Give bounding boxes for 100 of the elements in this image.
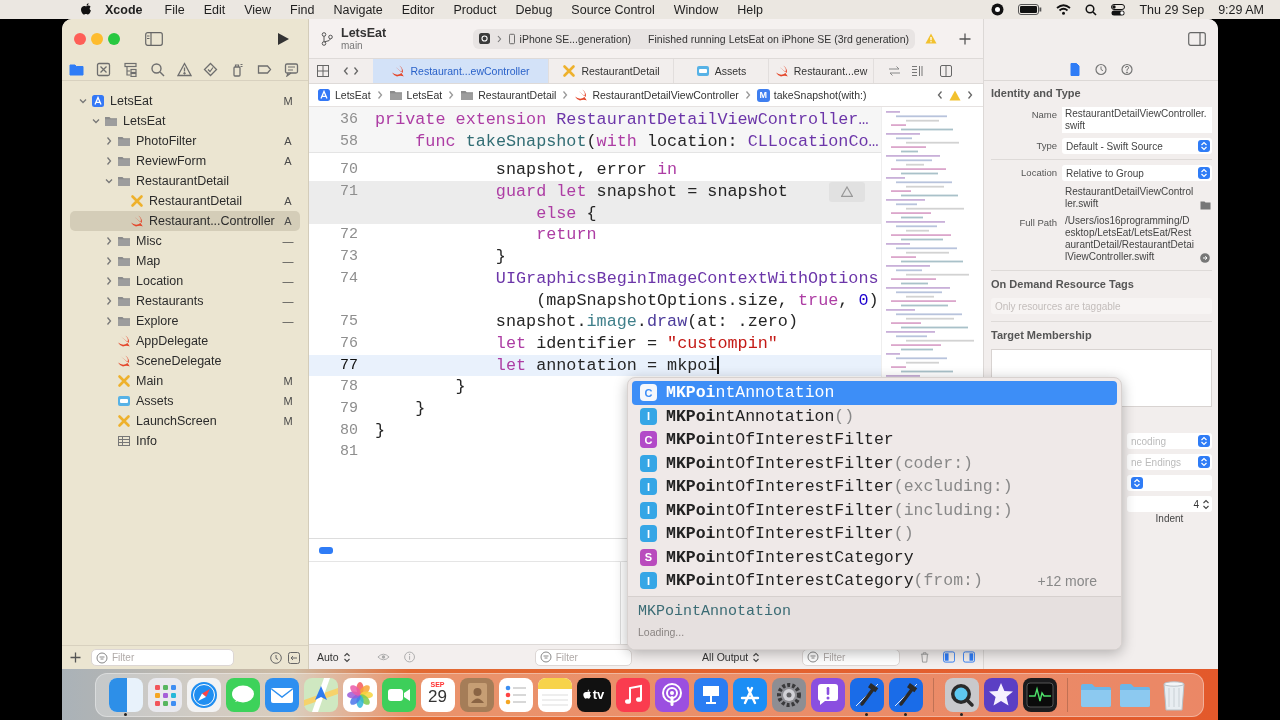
updown-icon[interactable] [1198,456,1210,468]
menu-item[interactable]: File [164,2,185,17]
eye-icon[interactable] [376,652,390,662]
branch-name[interactable]: main [341,40,441,51]
location-select[interactable]: Relative to Group [1062,165,1212,181]
completion-item[interactable]: I MKPointOfInterestFilter() [632,522,1117,546]
notepad-app-icon[interactable] [537,677,572,712]
updown-icon[interactable] [1202,498,1210,510]
reveal-arrow-icon[interactable] [1200,253,1210,263]
wifi-icon[interactable] [1056,4,1072,15]
swap-icon[interactable] [888,65,901,77]
warning-button[interactable] [829,181,865,202]
tree-item[interactable]: Info [70,431,300,451]
folder-icon[interactable] [69,61,84,77]
chat-bubble-app-icon[interactable] [225,677,260,712]
grid-app-icon[interactable] [147,677,182,712]
updown-icon[interactable] [1131,477,1143,489]
tree-item[interactable]: ReviewForm A [70,151,300,171]
split-right-icon[interactable] [962,651,975,663]
tree-item[interactable]: LetsEat M [70,91,300,111]
file-icon[interactable] [1069,62,1081,76]
filter-square-icon[interactable] [288,651,300,664]
grid-icon[interactable] [317,65,329,77]
tree-item[interactable]: LaunchScreen M [70,411,300,431]
x-square-icon[interactable] [95,61,111,77]
forward-icon[interactable] [351,66,361,76]
disclosure-chevron-icon[interactable] [104,256,114,266]
a-shape-app-icon[interactable] [732,677,767,712]
tree-item[interactable]: LetsEat [70,111,300,131]
map-app-icon[interactable] [303,677,338,712]
apple-logo-icon[interactable] [80,2,93,17]
flower-app-icon[interactable] [342,677,377,712]
control-center-icon[interactable] [1111,3,1126,16]
disclosure-chevron-icon[interactable] [104,176,114,186]
menu-item[interactable]: Debug [515,2,553,17]
tree-item[interactable]: Explore — [70,311,300,331]
menu-item[interactable]: Edit [203,2,226,17]
filter-icon[interactable] [539,651,552,663]
disclosure-chevron-icon[interactable] [91,116,101,126]
completion-item[interactable]: I MKPointOfInterestCategory(from:) +12 more [632,569,1117,593]
hammer-app-icon[interactable] [849,677,884,712]
breadcrumb-item[interactable]: RestaurantDetailViewController [574,88,739,102]
waveform-app-icon[interactable] [1022,677,1057,712]
disclosure-chevron-icon[interactable] [104,136,114,146]
breadcrumb-item[interactable]: RestaurantDetail [460,88,557,102]
hierarchy-icon[interactable] [122,61,138,77]
project-title[interactable]: LetsEat [341,26,441,40]
app-menu[interactable]: Xcode [105,2,143,17]
record-icon[interactable] [991,3,1005,16]
completion-item[interactable]: I MKPointOfInterestFilter(excluding:) [632,475,1117,499]
two-tone-app-icon[interactable] [108,677,143,712]
adjust-icon[interactable] [911,65,924,77]
add-icon[interactable] [70,652,81,663]
breakpoint-toggle[interactable] [319,546,333,554]
name-field[interactable]: RestaurantDetailViewController.swift [1062,107,1212,133]
split-left-icon[interactable] [942,651,955,663]
editor-tab[interactable]: Assets [674,59,769,83]
hammer-app-icon[interactable] [888,677,923,712]
envelope-app-icon[interactable] [264,677,299,712]
completion-item[interactable]: I MKPointAnnotation() [632,404,1117,428]
breadcrumb-item[interactable]: M takeSnapshot(with:) [756,88,867,102]
tree-item[interactable]: RestaurantDetail [70,171,300,191]
tree-item[interactable]: PhotoFilter A [70,131,300,151]
completion-item[interactable]: C MKPointOfInterestFilter [632,428,1117,452]
completion-item[interactable]: I MKPointOfInterestFilter(coder:) [632,451,1117,475]
tree-item[interactable]: RestaurantDetail A [70,191,300,211]
disclosure-chevron-icon[interactable] [104,276,114,286]
add-icon[interactable] [959,32,971,45]
podcast-app-icon[interactable] [654,677,689,712]
tree-item[interactable]: Restaurants — [70,291,300,311]
folder-icon[interactable] [1200,200,1211,210]
previous-issue-icon[interactable] [935,90,945,100]
sidebar-toggle-icon[interactable] [145,31,163,46]
filter-field[interactable]: Filter [91,649,234,666]
spray-can-icon[interactable] [230,61,246,77]
warning-icon[interactable] [176,61,192,77]
tree-item[interactable]: Assets M [70,391,300,411]
updown-icon[interactable] [1198,435,1210,447]
filter-icon[interactable] [807,651,820,663]
time-text[interactable]: 9:29 AM [1218,2,1264,17]
podium-app-icon[interactable] [693,677,728,712]
menu-item[interactable]: Source Control [571,2,655,17]
run-destination[interactable]: iPhone SE...generation) [519,32,632,45]
close-button[interactable] [74,32,86,45]
variables-mode-popup[interactable]: Auto [317,651,351,663]
type-select[interactable]: Default - Swift Source [1062,138,1212,154]
magnifier-app-icon[interactable] [944,677,979,712]
indent-using-select[interactable] [1127,475,1212,491]
menu-item[interactable]: Window [673,2,719,17]
inspector-toggle-icon[interactable] [1188,31,1206,46]
updown-icon[interactable] [1198,140,1210,152]
updown-icon[interactable] [1198,167,1210,179]
next-issue-icon[interactable] [965,90,975,100]
menu-item[interactable]: Editor [401,2,435,17]
tv-app-icon[interactable]: tv [576,677,611,712]
chevron-icon[interactable] [495,33,504,44]
compass-app-icon[interactable] [186,677,221,712]
list-app-icon[interactable] [498,677,533,712]
battery-icon[interactable] [1018,4,1043,15]
music-note-app-icon[interactable] [615,677,650,712]
